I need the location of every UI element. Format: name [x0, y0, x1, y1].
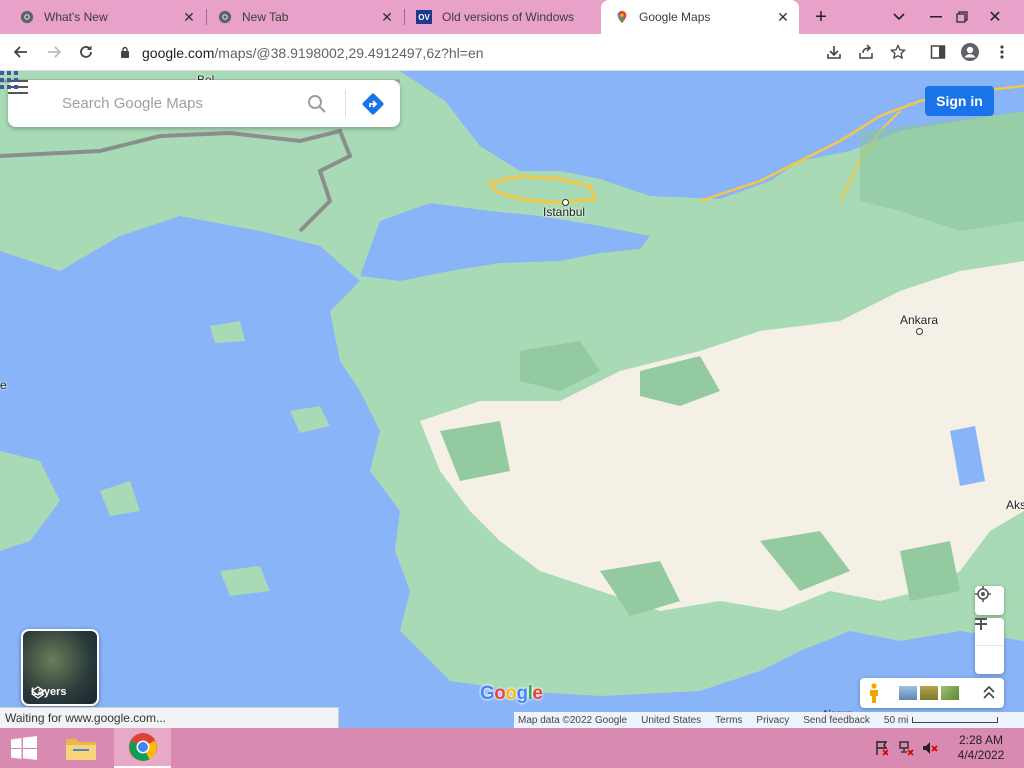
privacy-link[interactable]: Privacy [756, 715, 789, 726]
zoom-in-icon[interactable] [975, 618, 1004, 646]
city-label-ankara[interactable]: Ankara [900, 313, 938, 327]
side-panel-icon[interactable] [926, 40, 950, 64]
terms-link[interactable]: Terms [715, 715, 742, 726]
search-box [8, 80, 400, 127]
windows-start-icon[interactable] [0, 728, 48, 768]
tab-title: New Tab [242, 10, 289, 24]
windows-taskbar: 2:28 AM 4/4/2022 [0, 728, 1024, 768]
my-location-button[interactable] [975, 586, 1004, 615]
close-window-icon[interactable]: ✕ [978, 0, 1012, 34]
restore-icon[interactable] [950, 0, 974, 34]
terrain-thumb-icon[interactable] [920, 686, 938, 700]
street-view-thumb-icon[interactable] [899, 686, 917, 700]
clock-time: 2:28 AM [958, 733, 1004, 747]
chrome-menu-icon[interactable] [990, 40, 1014, 64]
ov-icon: OV [416, 10, 432, 24]
tab-title: What's New [44, 10, 108, 24]
url-path: /maps/@38.9198002,29.4912497,6z?hl=en [214, 44, 484, 61]
lock-icon[interactable] [120, 46, 130, 59]
file-explorer-icon[interactable] [57, 728, 105, 768]
map-canvas[interactable]: Bel Istanbul Ankara Aks e Alanya Sign in… [0, 71, 1024, 728]
profile-avatar-icon[interactable] [958, 40, 982, 64]
pegman-icon[interactable] [868, 683, 880, 703]
new-tab-plus-icon[interactable]: + [808, 0, 834, 34]
map-footer: Map data ©2022 Google United States Term… [514, 712, 1024, 728]
reload-icon[interactable] [74, 40, 98, 64]
city-label-aks[interactable]: Aks [1006, 498, 1024, 512]
address-bar[interactable]: google.com/maps/@38.9198002,29.4912497,6… [108, 38, 918, 67]
screen: What's New ✕ New Tab ✕ OV Old versions o… [0, 0, 1024, 768]
city-label-partial-left[interactable]: e [0, 378, 7, 392]
layers-icon [31, 686, 45, 699]
tab-strip: What's New ✕ New Tab ✕ OV Old versions o… [0, 0, 1024, 34]
map-tiles [0, 71, 1024, 728]
back-arrow-icon[interactable] [9, 40, 33, 64]
expand-chevron-icon[interactable] [983, 686, 995, 700]
system-clock[interactable]: 2:28 AM 4/4/2022 [946, 733, 1016, 763]
chrome-icon [20, 10, 34, 24]
volume-icon[interactable] [920, 728, 940, 768]
tab-title: Old versions of Windows [442, 10, 575, 24]
google-logo: Google [480, 683, 543, 704]
install-download-icon[interactable] [822, 40, 846, 64]
sign-in-button[interactable]: Sign in [925, 86, 994, 116]
map-data-attribution: Map data ©2022 Google [518, 714, 628, 726]
google-apps-grid-icon[interactable] [0, 71, 18, 89]
bookmark-star-icon[interactable] [886, 40, 910, 64]
zoom-out-icon[interactable] [975, 618, 1004, 674]
tab-old-versions[interactable]: OV Old versions of Windows [396, 0, 601, 34]
search-input[interactable] [62, 95, 292, 112]
scale-label[interactable]: 50 mi [884, 715, 908, 726]
url-text: google.com/maps/@38.9198002,29.4912497,6… [142, 45, 484, 61]
layers-button[interactable]: Layers [21, 629, 99, 706]
city-dot-ankara [916, 328, 923, 335]
network-icon[interactable] [896, 728, 916, 768]
clock-date: 4/4/2022 [957, 748, 1005, 762]
close-tab-icon[interactable]: ✕ [179, 9, 199, 26]
imagery-strip [860, 678, 1004, 708]
maps-pin-icon [617, 10, 627, 24]
browser-toolbar: google.com/maps/@38.9198002,29.4912497,6… [0, 34, 1024, 71]
tab-new-tab[interactable]: New Tab ✕ [198, 0, 403, 34]
send-feedback-link[interactable]: Send feedback [803, 715, 870, 726]
tab-search-chevron-icon[interactable] [886, 0, 912, 34]
scale-bar[interactable] [912, 717, 999, 723]
city-label-istanbul[interactable]: Istanbul [543, 205, 585, 219]
region-link[interactable]: United States [641, 715, 701, 726]
my-location-icon [975, 586, 991, 602]
zoom-controls [975, 618, 1004, 674]
chrome-icon [218, 10, 232, 24]
flag-notification-icon[interactable] [872, 728, 892, 768]
forward-arrow-icon[interactable] [42, 40, 66, 64]
chrome-taskbar-icon[interactable] [114, 728, 171, 768]
tab-title: Google Maps [639, 10, 711, 24]
tab-whats-new[interactable]: What's New ✕ [0, 0, 205, 34]
url-host: google.com [142, 44, 215, 61]
loading-status-bar: Waiting for www.google.com... [0, 707, 339, 728]
tab-google-maps[interactable]: Google Maps ✕ [601, 0, 799, 34]
share-icon[interactable] [854, 40, 878, 64]
search-divider [345, 90, 346, 117]
layers-label: Layers [31, 686, 66, 699]
close-tab-icon[interactable]: ✕ [773, 9, 793, 26]
directions-icon[interactable] [360, 91, 386, 117]
search-icon[interactable] [306, 93, 328, 115]
close-tab-icon[interactable]: ✕ [377, 9, 397, 26]
minimize-icon[interactable] [922, 0, 950, 34]
satellite-thumb-icon[interactable] [941, 686, 959, 700]
